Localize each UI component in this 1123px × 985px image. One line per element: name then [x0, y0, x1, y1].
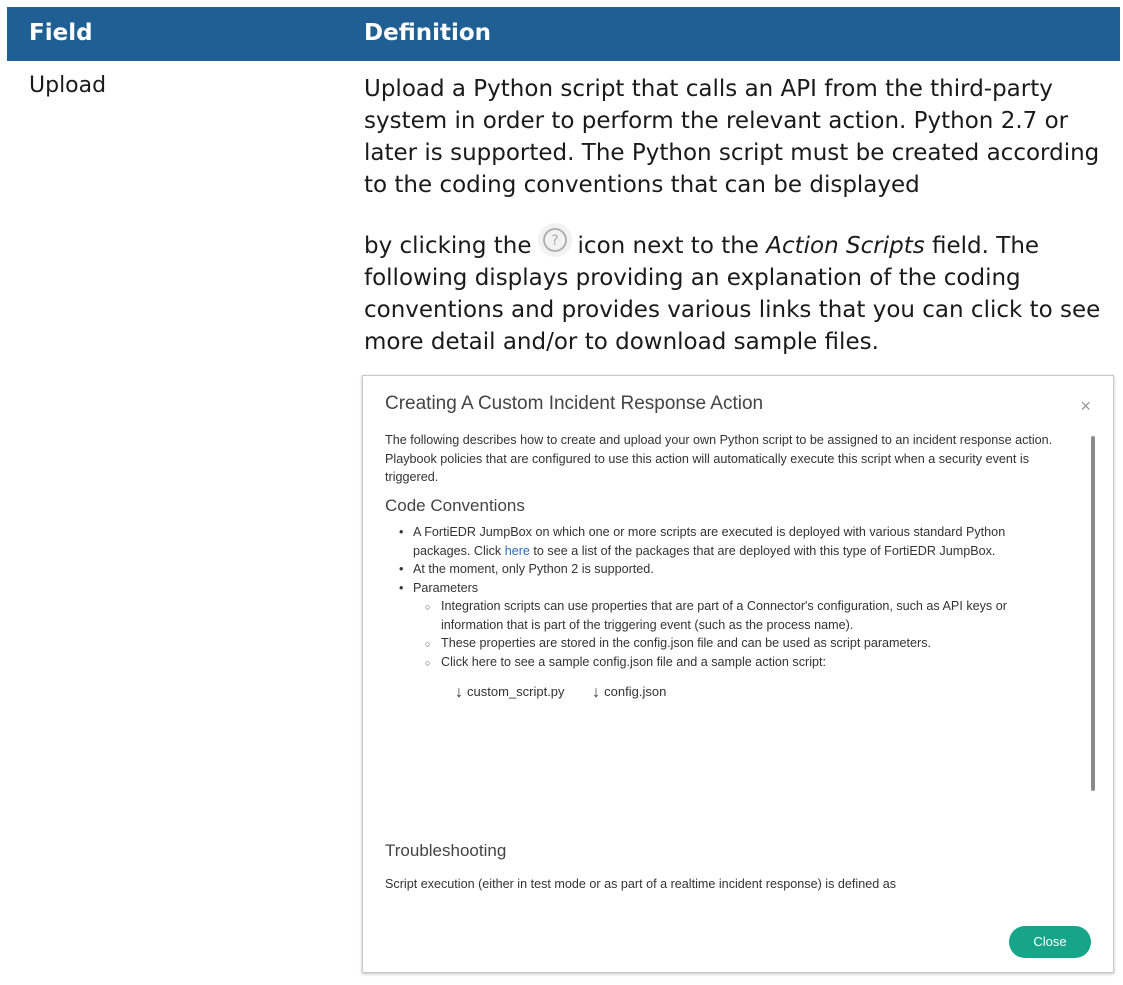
svg-text:?: ? [551, 233, 558, 249]
dialog-title: Creating A Custom Incident Response Acti… [385, 393, 764, 414]
dialog-scrollbar[interactable] [1091, 436, 1095, 791]
definition-text-before-icon: by clicking the [364, 233, 532, 259]
close-button[interactable]: Close [1009, 926, 1091, 958]
custom-action-dialog: Creating A Custom Incident Response Acti… [362, 375, 1114, 973]
table-header: Field Definition [7, 7, 1120, 61]
help-question-icon: ? [537, 223, 572, 257]
header-field: Field [29, 20, 93, 46]
packages-link[interactable]: here [505, 544, 530, 558]
list-item: Integration scripts can use properties t… [425, 597, 1065, 634]
download-custom-script-link[interactable]: ↓ custom_script.py [455, 684, 565, 701]
download-arrow-icon: ↓ [455, 684, 463, 701]
conventions-list: A FortiEDR JumpBox on which one or more … [385, 523, 1065, 671]
download-config-label: config.json [604, 684, 667, 699]
download-config-link[interactable]: ↓ config.json [592, 684, 667, 701]
list-item: These properties are stored in the confi… [425, 634, 1065, 653]
parameters-sublist: Integration scripts can use properties t… [413, 597, 1065, 671]
bullet1-text-b: to see a list of the packages that are d… [533, 543, 996, 558]
list-item: Parameters Integration scripts can use p… [399, 579, 1065, 672]
dialog-body: The following describes how to create an… [385, 431, 1065, 703]
action-scripts-term: Action Scripts [766, 233, 925, 259]
definition-paragraph-2: by clicking the? icon next to the Action … [364, 223, 1109, 358]
parameters-label: Parameters [413, 580, 479, 595]
definition-text-after-icon: icon next to the [577, 233, 759, 259]
troubleshooting-text: Script execution (either in test mode or… [385, 877, 897, 891]
conventions-heading: Code Conventions [385, 495, 525, 515]
field-name-cell: Upload [29, 73, 107, 98]
definition-cell: Upload a Python script that calls an API… [364, 73, 1109, 358]
close-icon[interactable]: × [1080, 396, 1091, 417]
download-custom-script-label: custom_script.py [467, 684, 565, 699]
list-item: A FortiEDR JumpBox on which one or more … [399, 523, 1065, 560]
header-definition: Definition [364, 20, 492, 46]
definition-table: Field Definition Upload Upload a Python … [0, 0, 1123, 985]
definition-paragraph-1: Upload a Python script that calls an API… [364, 76, 1100, 198]
dialog-intro: The following describes how to create an… [385, 433, 1053, 484]
troubleshooting-heading: Troubleshooting [385, 841, 507, 860]
download-arrow-icon: ↓ [592, 684, 601, 701]
download-links: ↓ custom_script.py ↓ config.json [455, 683, 1065, 703]
list-item: At the moment, only Python 2 is supporte… [399, 560, 1065, 579]
list-item: Click here to see a sample config.json f… [425, 653, 1065, 671]
